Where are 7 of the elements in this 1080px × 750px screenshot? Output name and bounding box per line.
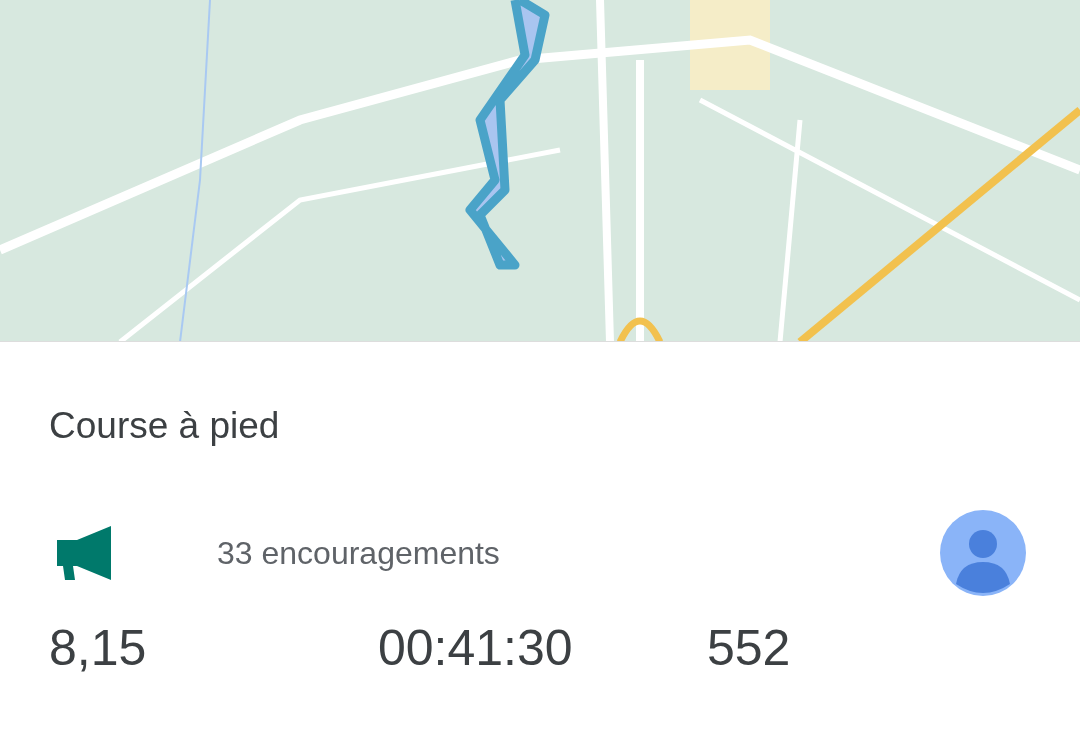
stat-value: 8,15	[49, 619, 148, 679]
avatar-icon[interactable]	[940, 510, 1026, 597]
megaphone-icon	[55, 526, 113, 581]
cheers-count: 33 encouragements	[217, 534, 500, 574]
activity-title: Course à pied	[48, 404, 281, 448]
stat-value: 00:41:30	[378, 619, 574, 679]
stat-value: 552	[707, 619, 792, 679]
